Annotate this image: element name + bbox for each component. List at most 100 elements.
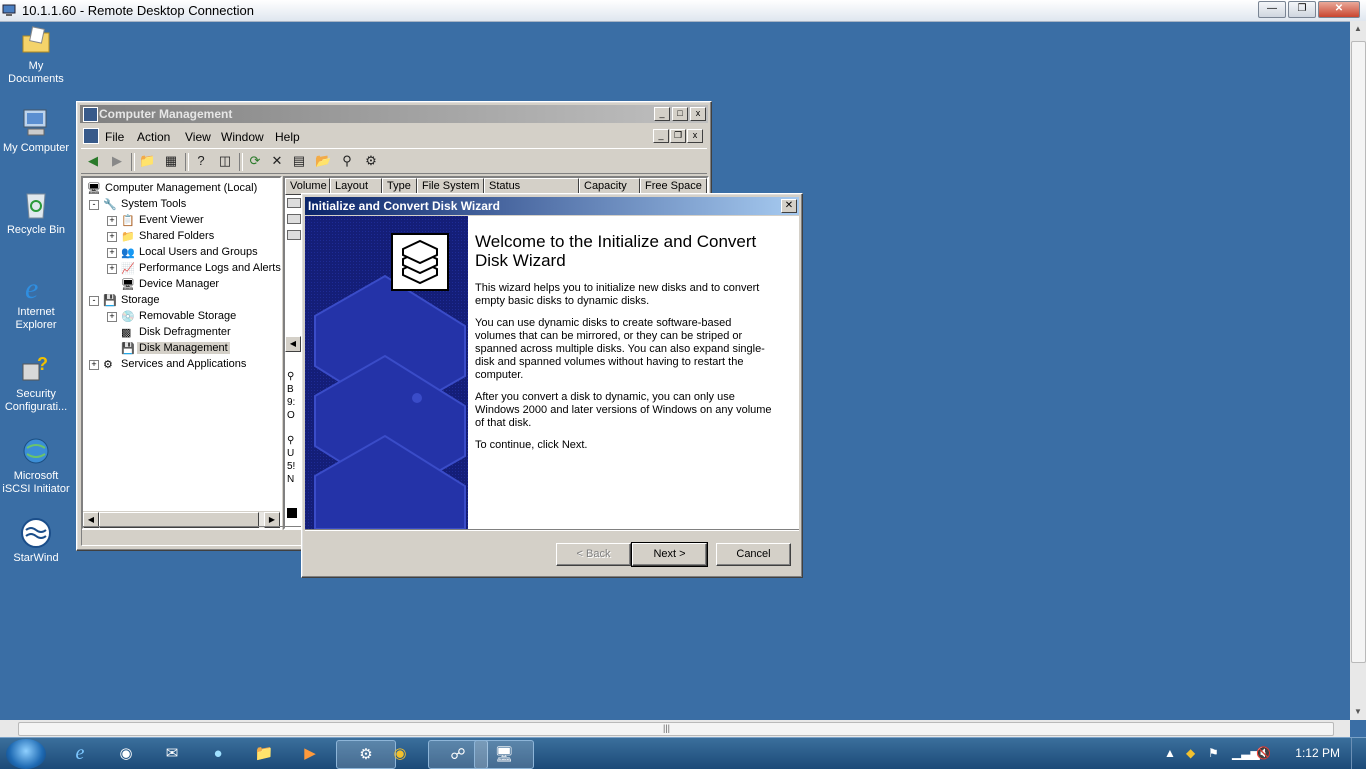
tree-item-removable-storage[interactable]: + 💿 Removable Storage [107,308,236,324]
refresh-icon[interactable]: ⟳ [247,153,263,169]
next-button[interactable]: Next > [631,542,708,567]
menu-view[interactable]: View [185,130,211,144]
wizard-continue-text: To continue, click Next. [475,439,588,451]
wizard-separator [305,529,799,531]
rdp-close-button[interactable]: ✕ [1318,1,1360,18]
help-icon[interactable]: ? [193,153,209,169]
clock[interactable]: 1:12 PM [1295,746,1340,760]
expand-icon[interactable]: + [107,264,117,274]
remote-desktop-icon [2,4,16,16]
action-center-icon[interactable]: ⚑ [1208,746,1219,760]
scroll-down-icon[interactable]: ▼ [1350,704,1366,720]
expand-icon[interactable]: + [107,216,117,226]
close-button[interactable]: x [690,107,706,121]
delete-icon[interactable]: ✕ [269,153,285,169]
desktop-icon-security-configuration[interactable]: ? Security Configurati... [0,352,72,414]
menu-action[interactable]: Action [137,130,170,144]
menu-file[interactable]: File [105,130,124,144]
disk1-icon: ⚲ [287,435,295,446]
remote-desktop-taskbar-icon[interactable]: 🖥 [474,740,534,769]
volume-muted-icon[interactable]: 🔇 [1256,746,1271,760]
settings-icon[interactable]: ⚙ [363,153,379,169]
rdp-title-bar: 10.1.1.60 - Remote Desktop Connection — … [0,0,1366,22]
mmc-document-icon[interactable] [83,128,99,144]
disk0-label[interactable]: ⚲ B 9: O [287,370,295,422]
properties-icon[interactable]: ▤ [291,153,307,169]
find-icon[interactable]: ⚲ [339,153,355,169]
tree-item-root[interactable]: 🖥 Computer Management (Local) [87,180,257,196]
tray-app-icon[interactable]: ◆ [1186,746,1195,760]
internet-explorer-icon[interactable]: e [62,740,98,767]
expand-icon[interactable]: + [107,248,117,258]
defragmenter-icon: ▩ [121,327,132,339]
start-button[interactable] [6,739,46,769]
rdp-vertical-scrollbar[interactable]: ▲ ▼ [1350,21,1366,720]
forward-arrow-icon[interactable]: ▶ [109,153,125,169]
mail-icon[interactable]: ✉ [154,740,190,767]
back-arrow-icon[interactable]: ◀ [85,153,101,169]
show-hide-tree-icon[interactable]: ▦ [163,153,179,169]
hp-icon[interactable]: ◉ [108,740,144,767]
tree-item-event-viewer[interactable]: + 📋 Event Viewer [107,212,204,228]
explorer-folder-icon[interactable]: 📁 [246,740,282,767]
disk-stack-logo-icon [391,233,449,291]
tree-item-local-users[interactable]: + 👥 Local Users and Groups [107,244,258,260]
tree-item-disk-management[interactable]: 💾 Disk Management [107,340,230,356]
tree-item-disk-defragmenter[interactable]: ▩ Disk Defragmenter [107,324,231,340]
collapse-icon[interactable]: - [89,296,99,306]
disk1-label[interactable]: ⚲ U 5! N [287,434,295,486]
tree-item-system-tools[interactable]: - 🔧 System Tools [89,196,186,212]
rdp-horizontal-scrollbar[interactable]: ||| [0,720,1350,737]
back-button[interactable]: < Back [556,543,631,566]
desktop-icon-starwind[interactable]: StarWind [0,516,72,565]
tree-item-services-applications[interactable]: + ⚙ Services and Applications [89,356,246,372]
expand-icon[interactable]: + [89,360,99,370]
maximize-button[interactable]: □ [672,107,688,121]
console-tree: 🖥 Computer Management (Local) - 🔧 System… [81,176,282,530]
media-player-icon[interactable]: ▶ [292,740,328,767]
cancel-button[interactable]: Cancel [716,543,791,566]
tree-item-device-manager[interactable]: 🖥 Device Manager [107,276,219,292]
scroll-left-icon[interactable]: ◀ [285,336,301,352]
chrome-icon[interactable]: ◉ [382,740,418,767]
services-icon: ⚙ [103,359,113,371]
svg-text:?: ? [37,354,48,374]
scroll-thumb[interactable] [18,722,1334,736]
menu-help[interactable]: Help [275,130,300,144]
show-hide-action-pane-icon[interactable]: ◫ [217,153,233,169]
expand-icon[interactable]: + [107,312,117,322]
minimize-button[interactable]: _ [654,107,670,121]
desktop-icon-my-computer[interactable]: My Computer [0,106,72,155]
rdp-minimize-button[interactable]: — [1258,1,1286,18]
event-viewer-icon: 📋 [121,215,135,227]
wizard-title-bar[interactable]: Initialize and Convert Disk Wizard ✕ [305,197,799,215]
computer-management-title-bar[interactable]: Computer Management _ □ x [80,105,708,123]
rdp-restore-button[interactable]: ❐ [1288,1,1316,18]
scroll-thumb[interactable] [1351,41,1366,663]
desktop-icon-my-documents[interactable]: My Documents [0,24,72,86]
desktop-icon-recycle-bin[interactable]: Recycle Bin [0,188,72,237]
computer-management-icon [83,107,98,122]
mdi-close-button[interactable]: x [687,129,703,143]
desktop-icon-internet-explorer[interactable]: e Internet Explorer [0,270,72,332]
wizard-title: Initialize and Convert Disk Wizard [308,199,500,213]
scroll-up-icon[interactable]: ▲ [1350,21,1366,37]
mdi-restore-button[interactable]: ❐ [670,129,686,143]
wizard-close-button[interactable]: ✕ [781,199,797,213]
up-folder-icon[interactable]: 📁 [139,153,155,169]
desktop-icon-label: Internet Explorer [15,306,57,331]
open-folder-icon[interactable]: 📂 [315,153,331,169]
tree-item-storage[interactable]: - 💾 Storage [89,292,160,308]
mdi-minimize-button[interactable]: _ [653,129,669,143]
menu-window[interactable]: Window [221,130,264,144]
expand-icon[interactable]: + [107,232,117,242]
show-desktop-button[interactable] [1351,738,1366,769]
show-hidden-icons-icon[interactable]: ▲ [1164,746,1176,760]
media-center-icon[interactable]: ● [200,740,236,767]
collapse-icon[interactable]: - [89,200,99,210]
tree-item-shared-folders[interactable]: + 📁 Shared Folders [107,228,214,244]
desktop-icon-iscsi-initiator[interactable]: Microsoft iSCSI Initiator [0,434,72,496]
window-title: Computer Management [99,107,233,121]
tree-item-performance-logs[interactable]: + 📈 Performance Logs and Alerts [107,260,281,276]
storage-icon: 💾 [103,295,117,307]
